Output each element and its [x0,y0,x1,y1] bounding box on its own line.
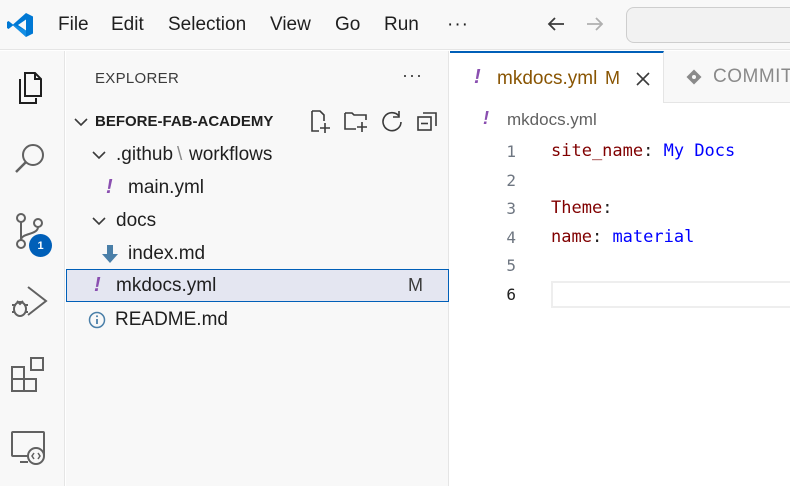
tree-file-mkdocs-yml[interactable]: ! mkdocs.yml M [66,269,449,302]
new-file-icon[interactable] [306,107,334,135]
code-line-3: Theme: [551,198,612,218]
menu-view[interactable]: View [270,0,311,50]
explorer-more-button[interactable]: ··· [402,65,423,86]
explorer-sidebar: EXPLORER ··· BEFORE-FAB-ACADEMY .github … [66,51,449,486]
tree-folder-docs[interactable]: docs [66,204,449,237]
tab-commit[interactable]: COMMIT [664,51,790,103]
git-modified-badge: M [408,275,423,295]
git-commit-icon [686,69,702,85]
tree-folder-github-workflows[interactable]: .github \ workflows [66,138,449,171]
code-editor[interactable]: 1 2 3 4 5 6 site_name: My Docs Theme: na… [450,135,790,486]
tab-modified-badge: M [605,68,620,88]
file-label-mkdocs-yml: mkdocs.yml [116,274,217,296]
menu-file[interactable]: File [58,0,89,50]
back-arrow-icon[interactable] [544,12,568,36]
new-folder-icon[interactable] [342,107,370,135]
yaml-colon: : [602,198,613,218]
folder-actions [306,107,442,135]
file-label-readme-md: README.md [115,308,228,330]
editor-tab-bar: ! mkdocs.yml M COMMIT [450,51,790,103]
code-line-4: name: material [551,227,694,247]
close-icon[interactable] [635,71,651,87]
yaml-file-icon: ! [106,176,113,198]
yaml-key: Theme [551,198,603,218]
chevron-down-icon [92,151,106,160]
forward-arrow-icon[interactable] [583,12,607,36]
tree-file-readme-md[interactable]: README.md [66,303,449,336]
folder-label-github: .github [116,143,174,165]
collapse-all-icon[interactable] [414,107,442,135]
file-label-main-yml: main.yml [128,176,205,198]
code-line-1: site_name: My Docs [551,141,735,161]
yaml-value: material [612,227,695,247]
workspace-folder-name: BEFORE-FAB-ACADEMY [95,113,274,130]
run-debug-icon[interactable] [8,279,52,323]
refresh-icon[interactable] [378,107,406,135]
line-number: 2 [506,171,516,190]
chevron-down-icon [74,118,88,127]
menu-selection[interactable]: Selection [168,0,246,50]
line-number: 1 [506,142,516,161]
line-number-active: 6 [506,285,516,304]
tab-mkdocs-yml[interactable]: ! mkdocs.yml M [450,51,664,103]
yaml-colon: : [643,141,664,161]
tab-label: COMMIT [713,66,790,87]
folder-label-docs: docs [116,209,157,231]
yaml-key: site_name [551,141,644,161]
tab-label: mkdocs.yml [497,68,598,89]
tree-file-index-md[interactable]: index.md [66,237,449,270]
title-bar: File Edit Selection View Go Run ··· [0,0,790,50]
menu-go[interactable]: Go [335,0,360,50]
source-control-badge: 1 [29,234,52,257]
tree-file-main-yml[interactable]: ! main.yml [66,171,449,204]
search-icon[interactable] [8,138,52,182]
path-separator: \ [177,143,183,165]
file-label-index-md: index.md [128,242,206,264]
line-number: 3 [506,199,516,218]
folder-label-workflows: workflows [189,143,273,165]
command-center-search[interactable] [626,7,790,43]
yaml-value: My Docs [663,141,736,161]
remote-explorer-icon[interactable] [8,426,52,470]
menu-more[interactable]: ··· [447,0,469,50]
line-number: 5 [506,256,516,275]
yaml-file-icon: ! [474,66,481,88]
yaml-key: name [551,227,592,247]
line-number: 4 [506,228,516,247]
yaml-colon: : [591,227,613,247]
markdown-file-icon [102,245,118,263]
menu-edit[interactable]: Edit [111,0,144,50]
info-icon [88,311,106,329]
explorer-icon[interactable] [8,66,52,110]
extensions-icon[interactable] [8,353,52,397]
breadcrumb-yaml-icon: ! [483,108,489,128]
breadcrumb[interactable]: mkdocs.yml [507,110,597,130]
menu-run[interactable]: Run [384,0,419,50]
current-line-highlight [551,281,790,308]
activity-bar: 1 [0,51,65,486]
yaml-file-icon: ! [94,274,101,296]
vscode-logo-icon[interactable] [6,12,34,38]
chevron-down-icon [92,217,106,226]
explorer-title: EXPLORER [95,70,180,87]
